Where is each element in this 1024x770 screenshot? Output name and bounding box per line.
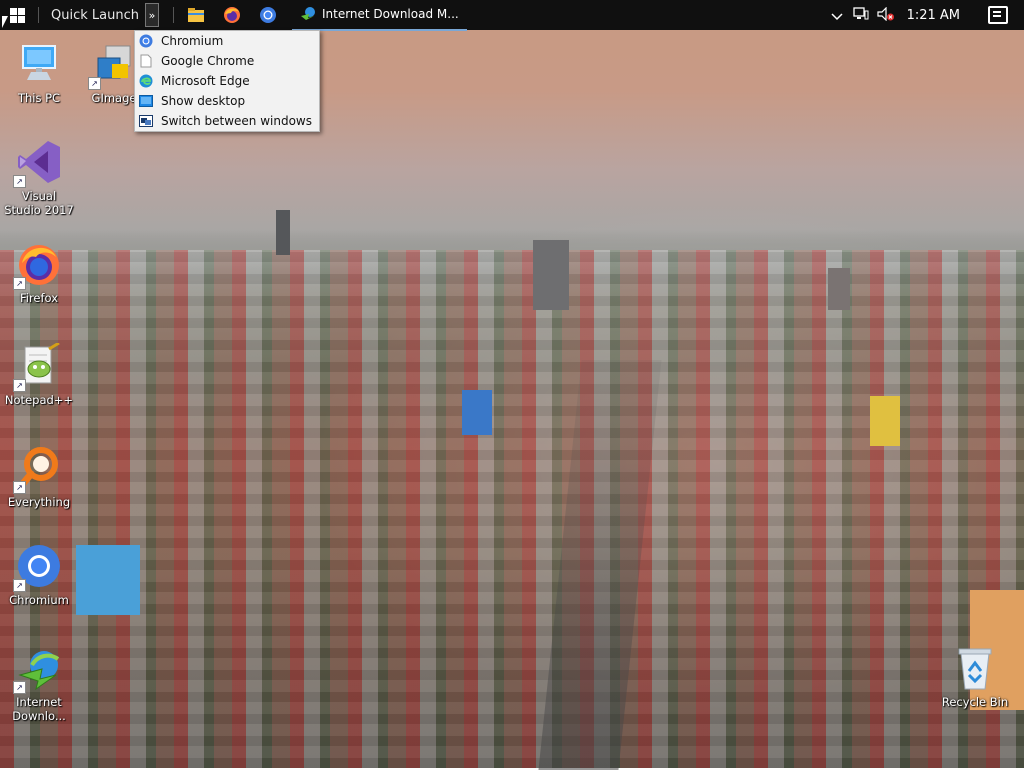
wallpaper-tower (533, 240, 569, 310)
flyout-item-label: Chromium (161, 34, 224, 48)
show-desktop-icon (139, 94, 153, 108)
flyout-item-label: Microsoft Edge (161, 74, 250, 88)
quick-launch-flyout-menu: Chromium Google Chrome Microsoft Edge Sh… (134, 30, 320, 132)
flyout-item-label: Google Chrome (161, 54, 255, 68)
flyout-item-microsoft-edge[interactable]: Microsoft Edge (135, 71, 319, 91)
shortcut-arrow-icon: ↗ (13, 579, 26, 592)
desktop-icon-label: Recycle Bin (941, 695, 1009, 709)
desktop-icon-label: This PC (17, 91, 61, 105)
flyout-item-switch-between-windows[interactable]: Switch between windows (135, 111, 319, 131)
show-hidden-icons-chevron-icon[interactable] (831, 6, 843, 25)
chromium-icon[interactable] (257, 4, 279, 26)
mouse-cursor-icon (2, 16, 8, 28)
desktop-icon-label: Chromium (9, 593, 69, 607)
shortcut-arrow-icon: ↗ (13, 175, 26, 188)
flyout-item-show-desktop[interactable]: Show desktop (135, 91, 319, 111)
taskbar-app-internet-download-manager[interactable]: Internet Download M... (291, 0, 467, 31)
wallpaper-building-blue (462, 390, 492, 435)
desktop-icon-label: Internet Downlo... (12, 695, 66, 723)
shortcut-arrow-icon: ↗ (13, 277, 26, 290)
flyout-item-label: Switch between windows (161, 114, 312, 128)
desktop-icon-this-pc[interactable]: This PC (3, 40, 75, 105)
desktop-icon-label: Visual Studio 2017 (4, 189, 74, 217)
desktop-icon-visual-studio[interactable]: ↗ Visual Studio 2017 (3, 138, 75, 217)
firefox-icon[interactable] (221, 4, 243, 26)
desktop-icon-everything[interactable]: ↗ Everything (3, 444, 75, 509)
wallpaper-tower (276, 210, 290, 255)
wallpaper-city (0, 250, 1024, 768)
switch-windows-icon (139, 114, 153, 128)
everything-icon: ↗ (13, 444, 63, 494)
taskbar-clock[interactable]: 1:21 AM (907, 8, 960, 23)
wallpaper-building-yellow (870, 396, 900, 446)
desktop-icon-notepadpp[interactable]: ↗ Notepad++ (3, 342, 75, 407)
desktop-icon-firefox[interactable]: ↗ Firefox (3, 240, 75, 305)
shortcut-arrow-icon: ↗ (13, 481, 26, 494)
firefox-icon: ↗ (13, 240, 63, 290)
gimage-icon: ↗ (88, 40, 138, 90)
shortcut-arrow-icon: ↗ (88, 77, 101, 90)
network-icon[interactable] (852, 6, 869, 25)
action-center-notification-icon[interactable] (988, 6, 1008, 24)
flyout-item-label: Show desktop (161, 94, 246, 108)
volume-muted-icon[interactable] (876, 6, 895, 25)
computer-icon (15, 40, 63, 88)
chromium-icon: ↗ (13, 542, 63, 592)
blank-page-icon (139, 54, 153, 68)
system-tray: 1:21 AM (831, 0, 1024, 30)
visual-studio-icon: ↗ (13, 138, 63, 188)
windows-logo-icon (9, 7, 25, 23)
edge-icon (139, 74, 153, 88)
desktop-icon-label: Everything (7, 495, 71, 509)
recycle-bin-icon (951, 644, 999, 692)
desktop-icon-chromium[interactable]: ↗ Chromium (3, 542, 75, 607)
taskbar-separator (172, 7, 174, 23)
shortcut-arrow-icon: ↗ (13, 681, 26, 694)
idm-icon: ↗ (13, 644, 63, 694)
desktop-icon-label: Notepad++ (4, 393, 74, 407)
idm-icon (300, 5, 316, 24)
taskbar-app-title: Internet Download M... (321, 7, 459, 21)
taskbar-separator (38, 7, 39, 23)
taskbar: Quick Launch » Internet Download M... 1:… (0, 0, 1024, 31)
quick-launch-chevron-button[interactable]: » (144, 3, 159, 27)
desktop-icon-label: GImage (91, 91, 137, 105)
flyout-item-google-chrome[interactable]: Google Chrome (135, 51, 319, 71)
desktop-icon-label: Firefox (19, 291, 59, 305)
desktop-icon-internet-download-manager[interactable]: ↗ Internet Downlo... (3, 644, 75, 723)
desktop-icon-recycle-bin[interactable]: Recycle Bin (939, 644, 1011, 709)
notepadpp-icon: ↗ (13, 342, 63, 392)
file-explorer-icon[interactable] (185, 4, 207, 26)
wallpaper-building-blue (76, 545, 140, 615)
chromium-icon (139, 34, 153, 48)
quick-launch-label: Quick Launch (51, 7, 139, 23)
flyout-item-chromium[interactable]: Chromium (135, 31, 319, 51)
wallpaper-tower (828, 268, 850, 310)
shortcut-arrow-icon: ↗ (13, 379, 26, 392)
